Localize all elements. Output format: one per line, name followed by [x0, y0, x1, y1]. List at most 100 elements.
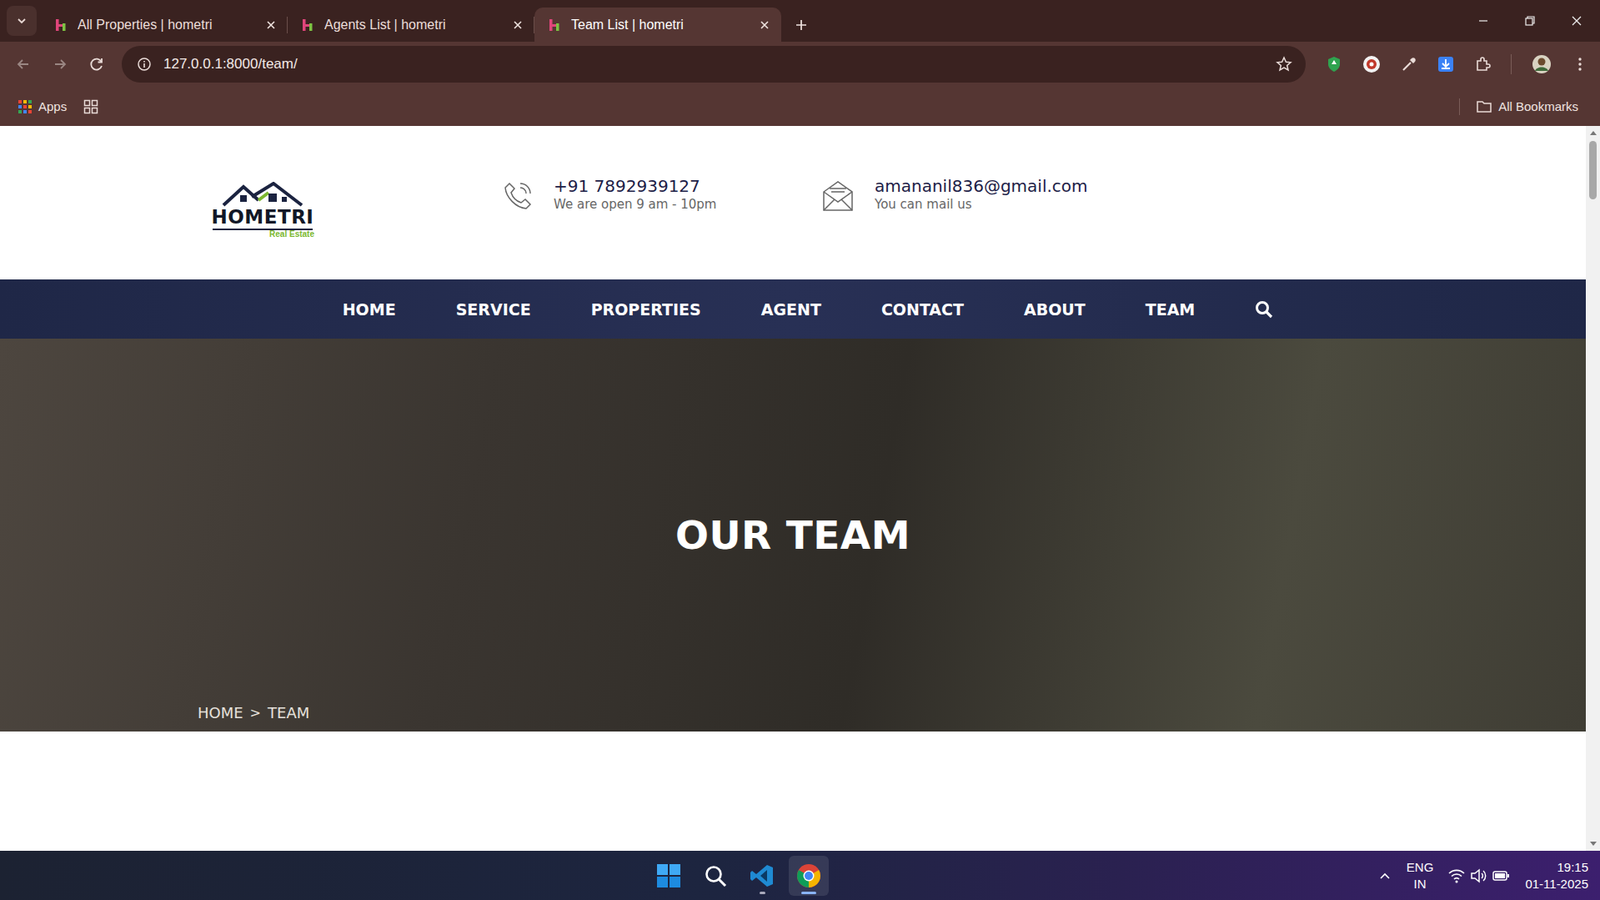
page-viewport: HOMETRI Real Estate +91 7892939127 We ar…: [0, 125, 1600, 851]
apps-bookmark[interactable]: Apps: [13, 95, 72, 117]
phone-icon: [501, 180, 534, 212]
logo[interactable]: HOMETRI Real Estate: [210, 166, 502, 239]
page-content: [0, 731, 1586, 851]
system-tray: ENG IN 19:15 01-11-2025: [1378, 858, 1600, 892]
web-page: HOMETRI Real Estate +91 7892939127 We ar…: [0, 125, 1586, 851]
date: 01-11-2025: [1524, 875, 1589, 893]
main-nav: HOMESERVICEPROPERTIESAGENTCONTACTABOUTTE…: [0, 279, 1586, 339]
info-icon[interactable]: [136, 56, 152, 72]
chevron-down-icon: [15, 15, 28, 27]
browser-tab[interactable]: All Properties | hometri: [40, 7, 288, 42]
bookmark-star-icon[interactable]: [1275, 55, 1293, 73]
close-icon[interactable]: [759, 20, 770, 31]
plus-icon[interactable]: [794, 18, 808, 32]
wifi-icon: [1448, 867, 1465, 883]
breadcrumb: HOME > TEAM: [197, 703, 310, 722]
chevron-up-icon[interactable]: [1378, 868, 1392, 883]
logo-name: HOMETRI: [211, 206, 315, 227]
contact-note: We are open 9 am - 10pm: [553, 196, 717, 214]
toolbar-separator: [1510, 54, 1512, 75]
start-button[interactable]: [648, 855, 689, 896]
minimize-icon: [1477, 15, 1490, 27]
search-button[interactable]: [695, 855, 736, 896]
clock[interactable]: 19:15 01-11-2025: [1524, 858, 1589, 892]
language-indicator[interactable]: ENG IN: [1406, 858, 1435, 892]
status-icons[interactable]: [1448, 867, 1510, 883]
reload-icon[interactable]: [88, 55, 106, 73]
restore-icon: [1524, 15, 1536, 27]
scrollbar-thumb[interactable]: [1589, 140, 1597, 200]
tab-groups-icon[interactable]: [83, 99, 99, 115]
scroll-up-icon[interactable]: [1589, 129, 1598, 136]
nav-link[interactable]: HOME: [312, 300, 427, 319]
time: 19:15: [1556, 858, 1589, 876]
address-bar[interactable]: 127.0.0.1:8000/team/: [121, 45, 1306, 83]
minimize-button[interactable]: [1459, 0, 1507, 42]
taskbar: ENG IN 19:15 01-11-2025: [0, 850, 1600, 900]
forward-arrow-icon[interactable]: [51, 55, 69, 73]
contact-value[interactable]: +91 7892939127: [553, 175, 717, 197]
all-bookmarks[interactable]: All Bookmarks: [1471, 95, 1584, 117]
nav-link[interactable]: CONTACT: [851, 300, 994, 319]
close-icon: [1570, 15, 1583, 27]
breadcrumb-item[interactable]: HOME: [197, 703, 244, 722]
battery-icon: [1491, 867, 1510, 883]
tab-label: Agents List | hometri: [324, 17, 505, 33]
extensions: [1305, 54, 1589, 75]
restore-button[interactable]: [1506, 0, 1554, 42]
nav-link[interactable]: AGENT: [731, 300, 852, 319]
tab-label: Team List | hometri: [571, 17, 752, 33]
nav-link[interactable]: PROPERTIES: [561, 300, 732, 319]
tab-list: All Properties | hometri Agents List | h…: [40, 7, 1460, 42]
extension-icon[interactable]: [1362, 55, 1381, 74]
apps-label: Apps: [38, 99, 67, 114]
puzzle-icon[interactable]: [1474, 55, 1491, 73]
close-icon[interactable]: [512, 20, 523, 31]
bookmarks-separator: [1459, 98, 1460, 116]
nav-link[interactable]: SERVICE: [426, 300, 562, 319]
apps-grid-icon: [18, 100, 32, 114]
volume-icon: [1469, 867, 1487, 883]
vscode-app[interactable]: [742, 855, 783, 896]
bookmarks-bar: Apps All Bookmarks: [0, 86, 1600, 126]
vscode-icon: [749, 862, 775, 888]
chrome-app[interactable]: [788, 855, 829, 896]
screen: All Properties | hometri Agents List | h…: [0, 0, 1600, 900]
hometri-favicon-icon: [547, 17, 563, 33]
eyedropper-icon[interactable]: [1400, 55, 1418, 73]
back-arrow-icon[interactable]: [15, 55, 32, 73]
tab-strip: All Properties | hometri Agents List | h…: [0, 0, 1600, 42]
url-text: 127.0.0.1:8000/team/: [163, 55, 1264, 73]
navigation-buttons: [15, 55, 122, 73]
running-indicator: [801, 891, 817, 894]
download-icon[interactable]: [1437, 55, 1455, 73]
search-icon: [703, 863, 728, 888]
nav-link[interactable]: TEAM: [1115, 300, 1226, 319]
windows-logo-icon: [656, 862, 682, 888]
breadcrumb-separator: >: [250, 704, 261, 721]
envelope-icon: [821, 180, 855, 212]
hometri-favicon-icon: [54, 17, 70, 33]
scroll-down-icon[interactable]: [1589, 840, 1598, 848]
breadcrumb-item: TEAM: [267, 703, 310, 722]
scrollbar[interactable]: [1585, 125, 1600, 851]
logo-houses-icon: [221, 181, 304, 207]
site-header: HOMETRI Real Estate +91 7892939127 We ar…: [0, 125, 1586, 280]
all-bookmarks-label: All Bookmarks: [1498, 99, 1579, 114]
close-window-button[interactable]: [1553, 0, 1600, 42]
browser-tab[interactable]: Agents List | hometri: [287, 7, 535, 42]
menu-dots-icon[interactable]: [1571, 55, 1589, 73]
contact-value[interactable]: amananil836@gmail.com: [874, 175, 1089, 197]
search-icon[interactable]: [1254, 300, 1274, 319]
tab-search-button[interactable]: [6, 5, 37, 36]
contact-item: +91 7892939127 We are open 9 am - 10pm: [501, 175, 822, 214]
hero-banner: OUR TEAM HOME> TEAM: [0, 338, 1586, 732]
tab-label: All Properties | hometri: [77, 17, 258, 33]
window-controls: [1459, 0, 1600, 42]
close-icon[interactable]: [265, 20, 276, 31]
folder-icon: [1476, 100, 1492, 114]
shield-extension-icon[interactable]: [1325, 55, 1343, 73]
browser-tab[interactable]: Team List | hometri: [534, 7, 782, 42]
nav-link[interactable]: ABOUT: [993, 300, 1116, 319]
profile-avatar-icon[interactable]: [1531, 54, 1552, 75]
